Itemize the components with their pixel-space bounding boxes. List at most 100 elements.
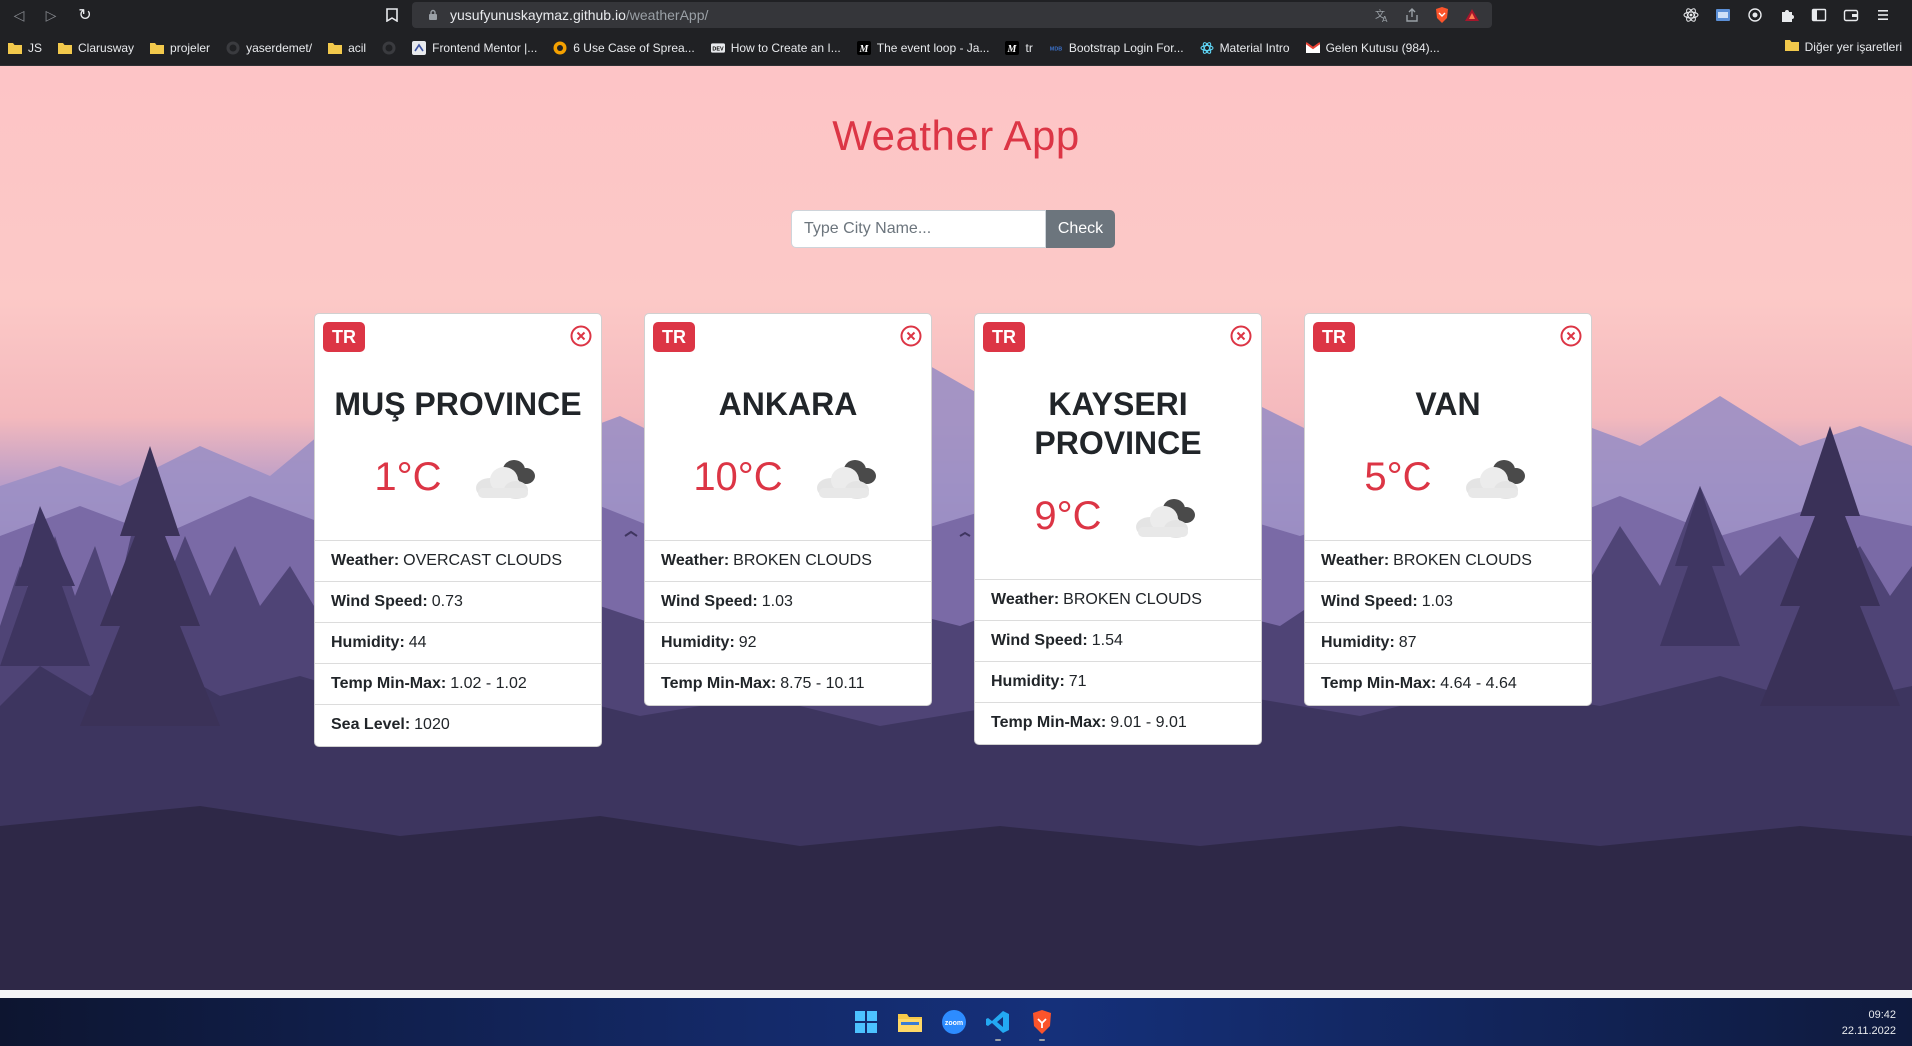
detail-value: 87 bbox=[1398, 634, 1417, 651]
broken-clouds-icon bbox=[468, 448, 542, 507]
bookmark-label: Clarusway bbox=[78, 40, 135, 55]
search-form: Check bbox=[791, 210, 1115, 248]
close-card-icon[interactable] bbox=[899, 324, 923, 348]
windows-taskbar: zoom 09:42 22.11.2022 bbox=[0, 998, 1912, 1046]
detail-key: Weather: bbox=[661, 552, 730, 569]
city-weather-card: TR VAN 5°C Weather: BROKEN CLOUDS Wind Speed:… bbox=[1304, 313, 1592, 706]
bookmark-label: JS bbox=[28, 40, 43, 55]
gmail-icon bbox=[1305, 41, 1320, 55]
detail-key: Weather: bbox=[991, 591, 1060, 608]
country-badge: TR bbox=[1313, 322, 1355, 352]
bookmark-item[interactable]: Frontend Mentor |... bbox=[412, 40, 537, 55]
detail-key: Humidity: bbox=[661, 634, 735, 651]
address-bar[interactable]: yusufyunuskaymaz.github.io/weatherApp/ 文… bbox=[412, 2, 1492, 28]
bookmark-item[interactable] bbox=[382, 41, 396, 55]
bookmark-label: The event loop - Ja... bbox=[876, 40, 990, 55]
city-weather-card: TR MUŞ PROVINCE 1°C Weather: OVERCAST CLOUDS… bbox=[314, 313, 602, 747]
temperature: 1°C bbox=[374, 454, 442, 499]
detail-key: Humidity: bbox=[331, 634, 405, 651]
country-badge: TR bbox=[323, 322, 365, 352]
bookmark-item[interactable]: JS bbox=[8, 41, 42, 55]
detail-row: Weather: BROKEN CLOUDS bbox=[975, 580, 1261, 621]
bookmark-label: How to Create an I... bbox=[730, 40, 841, 55]
detail-key: Temp Min-Max: bbox=[991, 714, 1107, 731]
share-icon[interactable] bbox=[1402, 5, 1422, 25]
folder-icon bbox=[8, 41, 22, 55]
detail-row: Humidity: 87 bbox=[1305, 623, 1591, 664]
bookmark-label: projeler bbox=[170, 40, 211, 55]
brave-icon[interactable] bbox=[1026, 1006, 1058, 1041]
extensions-puzzle-icon[interactable] bbox=[1776, 4, 1798, 26]
app-title: Weather App bbox=[832, 112, 1080, 159]
extension-window-icon[interactable] bbox=[1712, 4, 1734, 26]
system-clock[interactable]: 09:42 22.11.2022 bbox=[1842, 1007, 1896, 1039]
temperature-row: 1°C bbox=[315, 448, 601, 506]
extension-target-icon[interactable] bbox=[1744, 4, 1766, 26]
close-card-icon[interactable] bbox=[569, 324, 593, 348]
detail-value: 92 bbox=[738, 634, 757, 651]
city-search-input[interactable] bbox=[791, 210, 1046, 248]
bookmark-item[interactable]: Material Intro bbox=[1200, 41, 1290, 55]
city-name: VAN bbox=[1415, 386, 1481, 422]
detail-value: 8.75 - 10.11 bbox=[780, 675, 865, 692]
brave-rewards-icon[interactable] bbox=[1462, 5, 1482, 25]
bookmark-label: tr bbox=[1025, 40, 1033, 55]
sidebar-icon[interactable] bbox=[1808, 4, 1830, 26]
detail-row: Wind Speed: 1.03 bbox=[1305, 582, 1591, 623]
bookmark-item[interactable]: M The event loop - Ja... bbox=[856, 40, 990, 55]
country-badge: TR bbox=[983, 322, 1025, 352]
bookmark-item[interactable]: 6 Use Case of Sprea... bbox=[553, 40, 695, 55]
close-card-icon[interactable] bbox=[1229, 324, 1253, 348]
bookmark-label: Gelen Kutusu (984)... bbox=[1325, 40, 1440, 55]
detail-row: Temp Min-Max: 8.75 - 10.11 bbox=[645, 664, 931, 705]
forward-icon[interactable]: ▷ bbox=[40, 4, 62, 26]
bookmark-icon[interactable] bbox=[382, 5, 402, 25]
detail-key: Humidity: bbox=[1321, 634, 1395, 651]
wallet-icon[interactable] bbox=[1840, 4, 1862, 26]
menu-icon[interactable] bbox=[1872, 4, 1894, 26]
detail-key: Weather: bbox=[1321, 552, 1390, 569]
bookmark-item[interactable]: Clarusway bbox=[58, 41, 134, 55]
translate-icon[interactable]: 文A bbox=[1372, 5, 1392, 25]
file-explorer-icon[interactable] bbox=[894, 1006, 926, 1038]
react-devtools-icon[interactable] bbox=[1680, 4, 1702, 26]
zoom-icon[interactable]: zoom bbox=[938, 1006, 970, 1038]
detail-value: 1.02 - 1.02 bbox=[450, 675, 527, 692]
bookmark-item[interactable]: yaserdemet/ bbox=[226, 41, 312, 55]
folder-icon bbox=[328, 41, 343, 55]
bookmark-label: 6 Use Case of Sprea... bbox=[573, 40, 695, 55]
weather-details-list: Weather: BROKEN CLOUDS Wind Speed: 1.54 Humi… bbox=[975, 579, 1261, 744]
detail-value: BROKEN CLOUDS bbox=[733, 552, 872, 569]
detail-key: Wind Speed: bbox=[661, 593, 758, 610]
svg-text:DEV: DEV bbox=[712, 46, 724, 52]
brave-shields-icon[interactable] bbox=[1432, 5, 1452, 25]
medium-icon: M bbox=[856, 40, 871, 55]
detail-value: 1.03 bbox=[761, 593, 793, 610]
windows-start-icon[interactable] bbox=[850, 1006, 882, 1038]
detail-row: Temp Min-Max: 4.64 - 4.64 bbox=[1305, 664, 1591, 705]
site-icon bbox=[553, 41, 567, 55]
check-button[interactable]: Check bbox=[1046, 210, 1115, 248]
bookmark-item[interactable]: Gelen Kutusu (984)... bbox=[1305, 40, 1440, 55]
browser-toolbar: ◁ ▷ ↻ yusufyunuskaymaz.github.io/weather… bbox=[0, 0, 1912, 30]
bookmark-label: Material Intro bbox=[1219, 40, 1290, 55]
detail-key: Wind Speed: bbox=[331, 593, 428, 610]
bookmark-item[interactable]: projeler bbox=[150, 41, 210, 55]
lock-icon bbox=[426, 8, 440, 22]
bookmark-item[interactable]: MDB Bootstrap Login For... bbox=[1049, 41, 1184, 55]
bookmark-item[interactable]: DEV How to Create an I... bbox=[710, 40, 841, 55]
bookmark-item[interactable]: acil bbox=[328, 41, 366, 55]
detail-value: 71 bbox=[1068, 673, 1087, 690]
other-bookmarks[interactable]: Diğer yer işaretleri bbox=[1784, 39, 1902, 54]
broken-clouds-icon bbox=[809, 448, 883, 507]
folder-icon bbox=[58, 41, 73, 55]
detail-row: Temp Min-Max: 9.01 - 9.01 bbox=[975, 703, 1261, 744]
temperature: 5°C bbox=[1364, 454, 1432, 499]
clock-date: 22.11.2022 bbox=[1841, 1025, 1896, 1037]
close-card-icon[interactable] bbox=[1559, 324, 1583, 348]
vscode-icon[interactable] bbox=[982, 1006, 1014, 1041]
svg-text:M: M bbox=[1007, 44, 1018, 55]
back-icon[interactable]: ◁ bbox=[8, 4, 30, 26]
bookmark-item[interactable]: Mtr bbox=[1005, 40, 1033, 55]
reload-icon[interactable]: ↻ bbox=[74, 4, 96, 26]
